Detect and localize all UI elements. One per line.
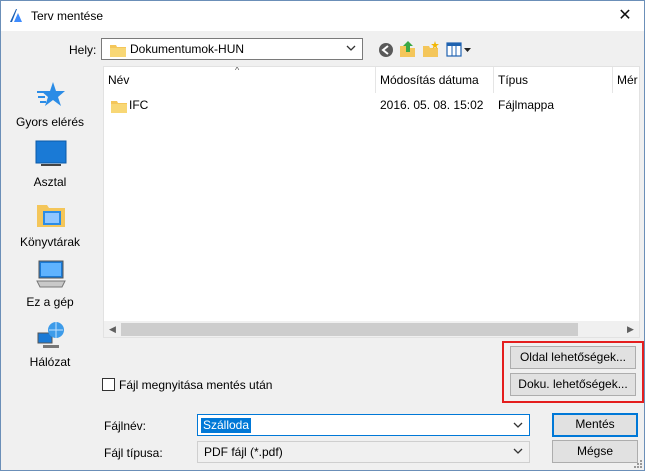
location-value: Dokumentumok-HUN: [130, 42, 245, 56]
open-after-save-checkbox[interactable]: [102, 378, 115, 391]
scrollbar-thumb[interactable]: [121, 323, 578, 336]
horizontal-scrollbar[interactable]: ◀ ▶: [104, 321, 639, 337]
save-button[interactable]: Mentés: [552, 413, 638, 437]
network-icon: [37, 322, 64, 348]
place-quick-access[interactable]: Gyors elérés: [4, 79, 96, 139]
row-type: Fájlmappa: [498, 98, 555, 112]
filetype-select[interactable]: PDF fájl (*.pdf): [197, 441, 530, 463]
page-options-button[interactable]: Oldal lehetőségek...: [510, 346, 636, 369]
up-folder-icon[interactable]: [399, 40, 417, 58]
place-label: Ez a gép: [26, 295, 74, 309]
view-menu-icon[interactable]: [446, 41, 472, 59]
chevron-down-icon: [513, 422, 523, 428]
place-label: Hálózat: [29, 355, 71, 369]
desktop-icon: [35, 140, 67, 166]
doc-options-button[interactable]: Doku. lehetőségek...: [510, 373, 636, 396]
column-header-modified[interactable]: Módosítás dátuma: [376, 67, 494, 93]
column-header-type[interactable]: Típus: [494, 67, 613, 93]
save-dialog: Terv mentése ✕ Hely: Dokumentumok-HUN Gy…: [0, 0, 645, 471]
filename-field[interactable]: Szálloda: [197, 414, 530, 436]
libraries-icon: [37, 205, 65, 227]
folder-icon: [110, 45, 126, 57]
cancel-button[interactable]: Mégse: [552, 440, 638, 463]
place-desktop[interactable]: Asztal: [4, 139, 96, 199]
location-label: Hely:: [69, 43, 97, 57]
place-label: Gyors elérés: [15, 115, 85, 129]
place-network[interactable]: Hálózat: [4, 319, 96, 379]
place-label: Asztal: [33, 175, 67, 189]
row-name: IFC: [129, 98, 149, 112]
location-combo[interactable]: Dokumentumok-HUN: [101, 38, 363, 60]
column-header-size[interactable]: Mér: [613, 67, 639, 93]
open-after-save-label: Fájl megnyitása mentés után: [119, 378, 273, 392]
filetype-value: PDF fájl (*.pdf): [204, 445, 283, 459]
app-icon: [8, 8, 24, 24]
places-bar: Gyors elérés Asztal Könyvtárak Ez a gép …: [4, 67, 96, 467]
filetype-label: Fájl típusa:: [104, 446, 163, 460]
star-icon: [37, 82, 65, 106]
scroll-right-icon[interactable]: ▶: [622, 323, 639, 336]
resize-grip-icon[interactable]: [632, 458, 642, 468]
filename-label: Fájlnév:: [104, 419, 147, 433]
place-this-pc[interactable]: Ez a gép: [4, 259, 96, 319]
place-libraries[interactable]: Könyvtárak: [4, 199, 96, 259]
computer-icon: [36, 260, 66, 288]
sort-ascending-icon: ^: [235, 67, 240, 75]
scroll-left-icon[interactable]: ◀: [104, 323, 121, 336]
close-button[interactable]: ✕: [614, 5, 636, 27]
row-modified: 2016. 05. 08. 15:02: [380, 98, 484, 112]
filename-value: Szálloda: [201, 418, 252, 433]
title-bar: Terv mentése ✕: [1, 1, 644, 31]
column-header-name[interactable]: ^ Név: [104, 67, 376, 93]
folder-icon: [111, 101, 127, 113]
table-row[interactable]: IFC 2016. 05. 08. 15:02 Fájlmappa: [104, 95, 639, 117]
new-folder-icon[interactable]: [422, 41, 440, 59]
file-list[interactable]: ^ Név Módosítás dátuma Típus Mér IFC 201…: [103, 66, 640, 338]
window-title: Terv mentése: [31, 9, 104, 23]
chevron-down-icon: [346, 45, 356, 51]
place-label: Könyvtárak: [19, 235, 81, 249]
chevron-down-icon: [513, 448, 523, 454]
back-icon[interactable]: [377, 41, 395, 59]
